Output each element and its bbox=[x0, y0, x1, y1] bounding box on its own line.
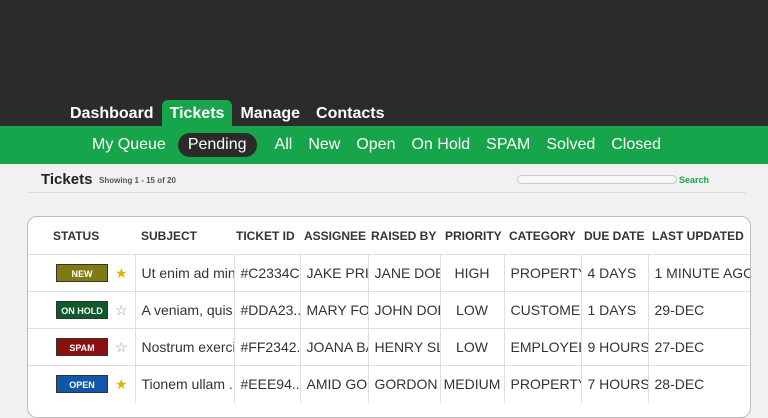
last-updated-cell: 1 MINUTE AGO bbox=[647, 254, 750, 292]
column-header-ticket-id[interactable]: TICKET ID bbox=[234, 217, 300, 255]
last-updated-cell: 27-DEC bbox=[647, 328, 750, 366]
assignee-cell: JAKE PRI.. bbox=[299, 254, 368, 292]
filter-pending[interactable]: Pending bbox=[177, 133, 257, 157]
tickets-header: Tickets Showing 1 - 15 of 20 Search bbox=[28, 164, 746, 193]
page-title: Tickets bbox=[41, 171, 93, 188]
subject-cell[interactable]: Nostrum exerci... bbox=[134, 328, 234, 366]
star-icon[interactable]: ★ bbox=[115, 375, 128, 393]
status-cell: OPEN ★ bbox=[28, 365, 135, 403]
priority-cell: MEDIUM bbox=[439, 365, 504, 403]
ticket-id-cell[interactable]: #FF2342.. bbox=[233, 328, 300, 366]
table-row[interactable]: ON HOLD ☆ A veniam, quis... #DDA23.. MAR… bbox=[28, 291, 750, 329]
column-header-status[interactable]: STATUS bbox=[28, 217, 135, 255]
filter-my-queue[interactable]: My Queue bbox=[84, 133, 174, 157]
column-header-last-updated[interactable]: LAST UPDATED bbox=[648, 217, 750, 255]
status-cell: ON HOLD ☆ bbox=[28, 291, 135, 329]
assignee-cell: JOANA BA.. bbox=[299, 328, 368, 366]
due-date-cell: 4 DAYS bbox=[580, 254, 648, 292]
status-badge: SPAM bbox=[56, 338, 108, 356]
column-header-raised-by[interactable]: RAISED BY bbox=[368, 217, 440, 255]
ticket-id-cell[interactable]: #DDA23.. bbox=[233, 291, 300, 329]
pagination-summary: Showing 1 - 15 of 20 bbox=[99, 176, 176, 185]
raised-by-cell: JANE DOE bbox=[367, 254, 440, 292]
subject-cell[interactable]: Tionem ullam ... bbox=[134, 365, 234, 403]
search-button[interactable]: Search bbox=[679, 175, 709, 185]
filter-all[interactable]: All bbox=[267, 133, 301, 157]
raised-by-cell: GORDON .. bbox=[367, 365, 440, 403]
subject-cell[interactable]: A veniam, quis... bbox=[134, 291, 234, 329]
ticket-filter-bar: My Queue Pending All New Open On Hold SP… bbox=[0, 126, 768, 164]
due-date-cell: 9 HOURS bbox=[580, 328, 648, 366]
category-cell: PROPERTY bbox=[503, 365, 581, 403]
star-icon[interactable]: ☆ bbox=[115, 338, 128, 356]
table-header-row: STATUS SUBJECT TICKET ID ASSIGNEE RAISED… bbox=[28, 217, 750, 255]
column-header-subject[interactable]: SUBJECT bbox=[135, 217, 234, 255]
star-icon[interactable]: ☆ bbox=[115, 301, 128, 319]
last-updated-cell: 29-DEC bbox=[647, 291, 750, 329]
status-badge: NEW bbox=[56, 264, 108, 282]
table-row[interactable]: OPEN ★ Tionem ullam ... #EEE94... AMID G… bbox=[28, 365, 750, 403]
filter-spam[interactable]: SPAM bbox=[478, 133, 538, 157]
category-cell: EMPLOYEE bbox=[503, 328, 581, 366]
status-cell: SPAM ☆ bbox=[28, 328, 135, 366]
filter-on-hold[interactable]: On Hold bbox=[403, 133, 478, 157]
assignee-cell: MARY FO.. bbox=[299, 291, 368, 329]
status-badge: ON HOLD bbox=[56, 301, 108, 319]
column-header-assignee[interactable]: ASSIGNEE bbox=[300, 217, 368, 255]
status-badge: OPEN bbox=[56, 375, 108, 394]
priority-cell: HIGH bbox=[439, 254, 504, 292]
category-cell: PROPERTY.. bbox=[503, 254, 581, 292]
ticket-id-cell[interactable]: #C2334C.. bbox=[233, 254, 300, 292]
nav-tickets[interactable]: Tickets bbox=[161, 100, 233, 126]
nav-contacts[interactable]: Contacts bbox=[308, 100, 392, 126]
priority-cell: LOW bbox=[439, 328, 504, 366]
nav-manage[interactable]: Manage bbox=[232, 100, 308, 126]
last-updated-cell: 28-DEC bbox=[647, 365, 750, 403]
raised-by-cell: JOHN DOE bbox=[367, 291, 440, 329]
subject-cell[interactable]: Ut enim ad min... bbox=[134, 254, 234, 292]
search-input[interactable] bbox=[517, 175, 677, 184]
main-nav: Dashboard Tickets Manage Contacts bbox=[62, 100, 392, 126]
status-cell: NEW ★ bbox=[28, 254, 135, 292]
column-header-priority[interactable]: PRIORITY bbox=[440, 217, 504, 255]
due-date-cell: 7 HOURS bbox=[580, 365, 648, 403]
category-cell: CUSTOMER bbox=[503, 291, 581, 329]
column-header-category[interactable]: CATEGORY bbox=[504, 217, 581, 255]
tickets-table-body: NEW ★ Ut enim ad min... #C2334C.. JAKE P… bbox=[28, 254, 750, 403]
star-icon[interactable]: ★ bbox=[115, 264, 128, 282]
filter-solved[interactable]: Solved bbox=[538, 133, 603, 157]
column-header-due-date[interactable]: DUE DATE bbox=[581, 217, 648, 255]
nav-dashboard[interactable]: Dashboard bbox=[62, 100, 162, 126]
ticket-id-cell[interactable]: #EEE94... bbox=[233, 365, 300, 403]
tickets-table: STATUS SUBJECT TICKET ID ASSIGNEE RAISED… bbox=[28, 217, 750, 403]
ticket-filter-list: My Queue Pending All New Open On Hold SP… bbox=[84, 133, 669, 157]
assignee-cell: AMID GOR.. bbox=[299, 365, 368, 403]
table-row[interactable]: NEW ★ Ut enim ad min... #C2334C.. JAKE P… bbox=[28, 254, 750, 292]
filter-open[interactable]: Open bbox=[348, 133, 403, 157]
filter-new[interactable]: New bbox=[300, 133, 348, 157]
raised-by-cell: HENRY SL. bbox=[367, 328, 440, 366]
tickets-table-card: STATUS SUBJECT TICKET ID ASSIGNEE RAISED… bbox=[27, 216, 751, 418]
priority-cell: LOW bbox=[439, 291, 504, 329]
filter-closed[interactable]: Closed bbox=[603, 133, 669, 157]
due-date-cell: 1 DAYS bbox=[580, 291, 648, 329]
table-row[interactable]: SPAM ☆ Nostrum exerci... #FF2342.. JOANA… bbox=[28, 328, 750, 366]
